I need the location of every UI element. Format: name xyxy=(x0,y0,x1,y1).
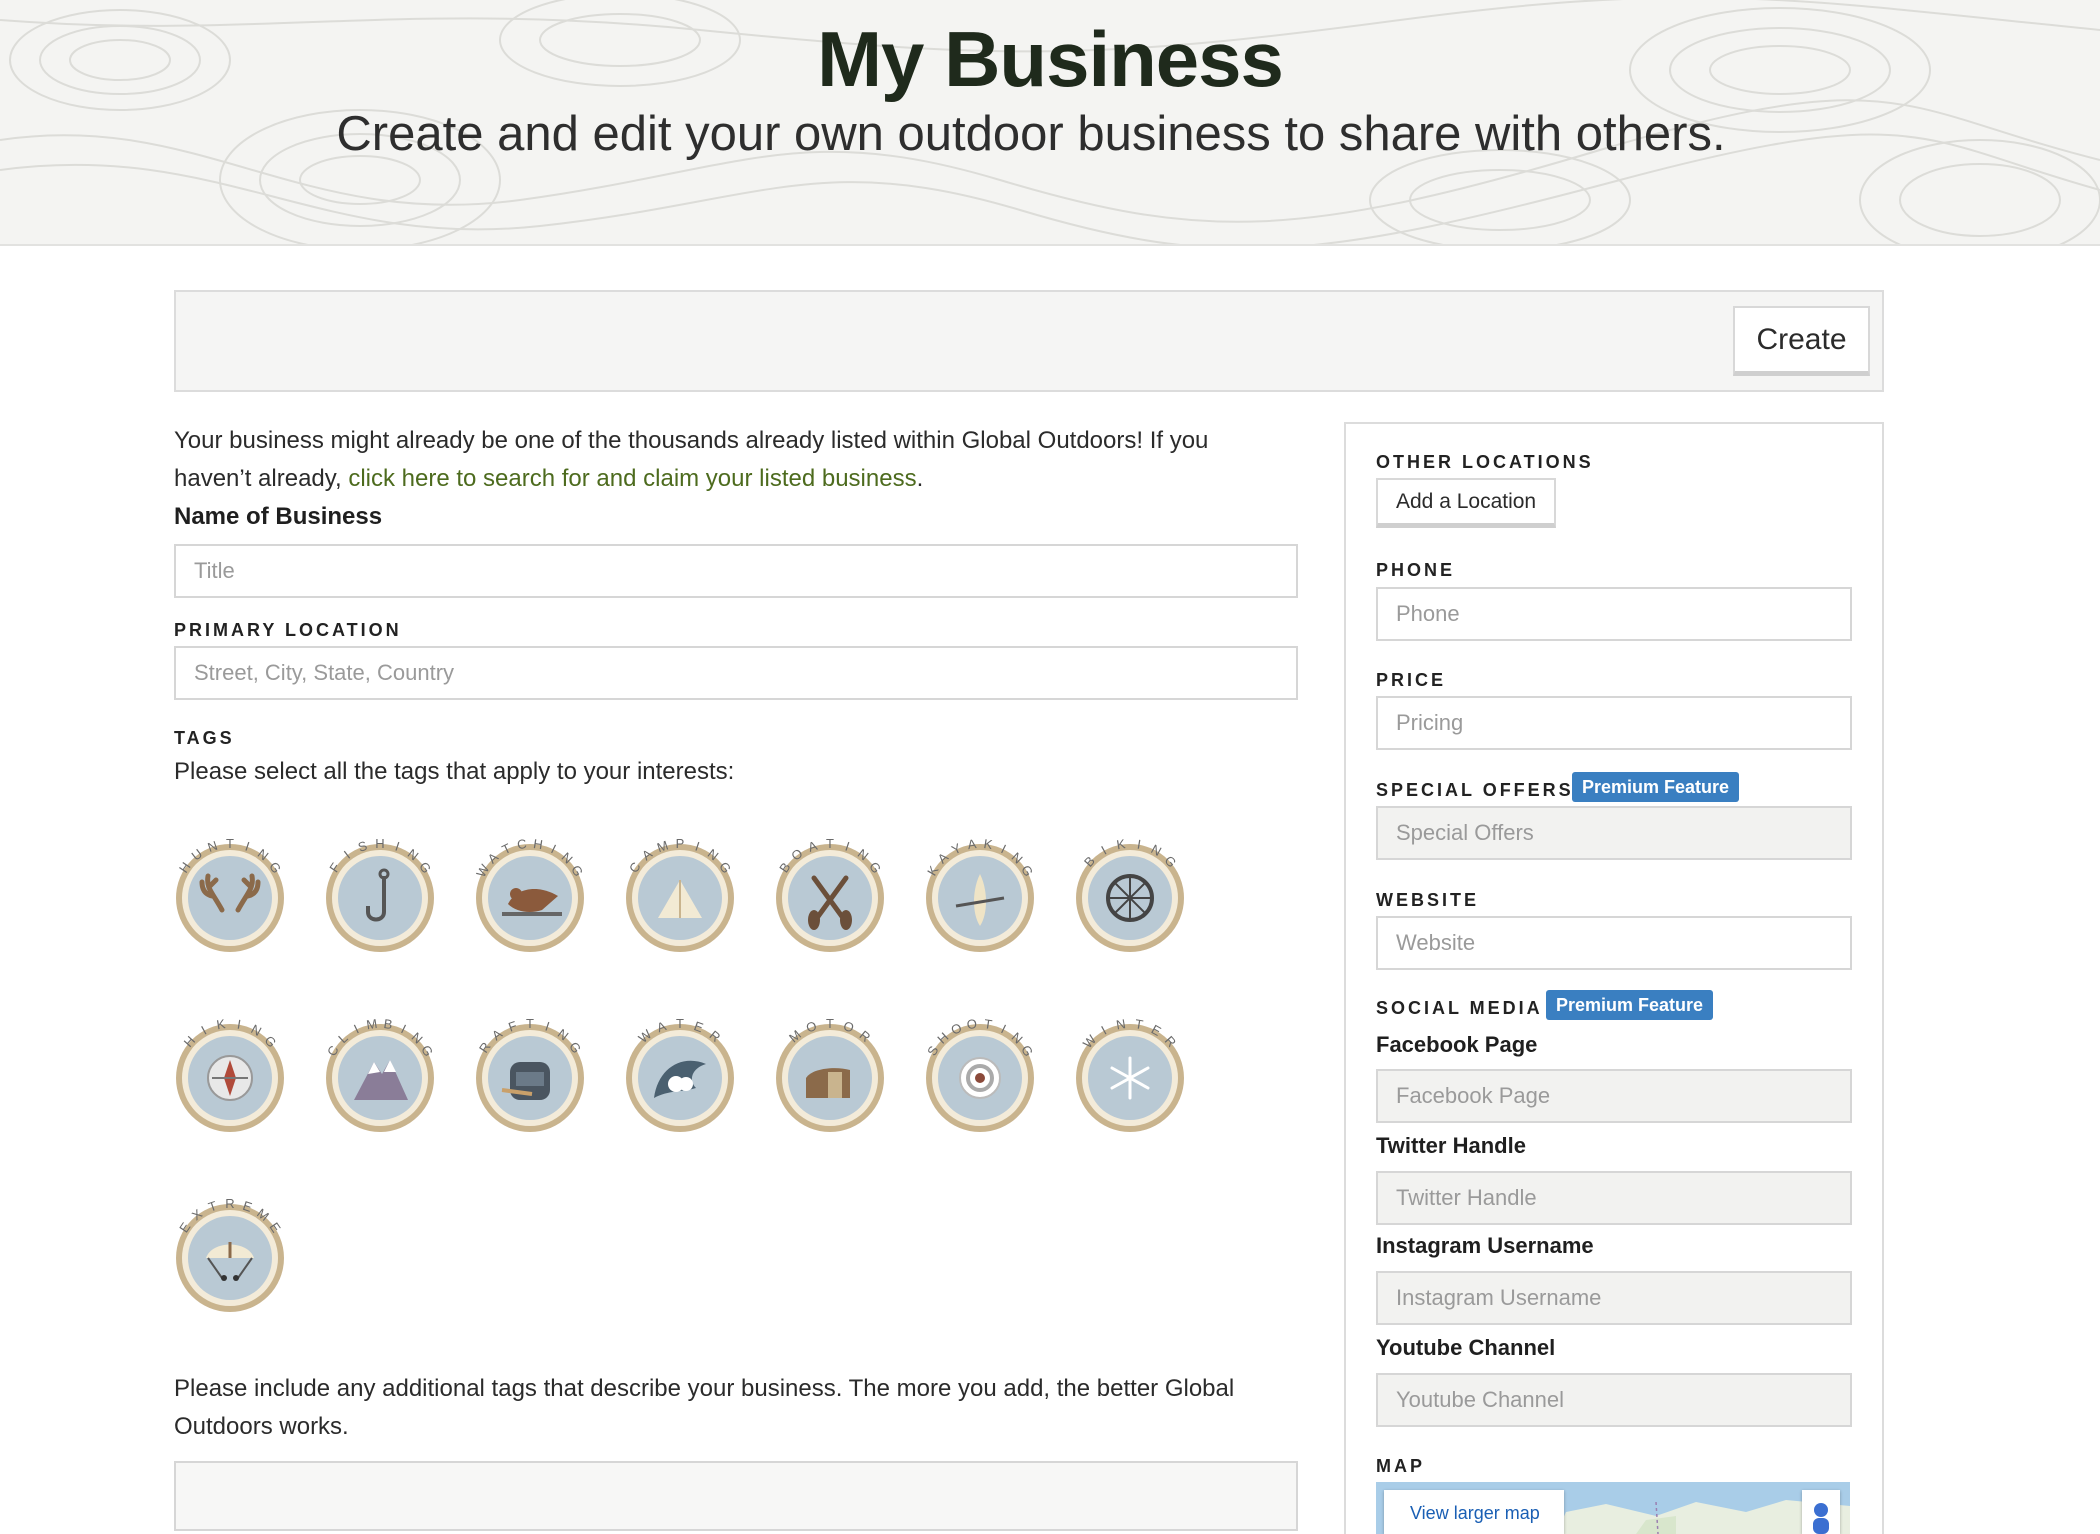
page-header: My Business Create and edit your own out… xyxy=(0,0,2100,246)
kayak-icon: KAY A K ING xyxy=(924,836,1036,952)
page-title: My Business xyxy=(817,15,1284,103)
action-bar: Create xyxy=(174,290,1884,392)
paddles-icon: BO A T I NG xyxy=(776,836,884,952)
primary-location-label: PRIMARY LOCATION xyxy=(174,620,402,640)
twitter-label: Twitter Handle xyxy=(1376,1133,1526,1158)
bike-wheel-icon: BI K I NG xyxy=(1076,836,1184,952)
tag-extreme[interactable]: EXTREME xyxy=(172,1178,288,1318)
parachute-icon: EX T R E ME xyxy=(176,1196,284,1312)
primary-location-input[interactable] xyxy=(174,646,1298,700)
antlers-icon: HU N T I NG xyxy=(176,836,284,952)
tag-camping[interactable]: CAMPING xyxy=(622,818,738,958)
claim-business-link[interactable]: click here to search for and claim your … xyxy=(348,465,916,492)
premium-badge-offers: Premium Feature xyxy=(1572,772,1740,802)
svg-text:T: T xyxy=(226,836,234,851)
instagram-input[interactable] xyxy=(1376,1271,1852,1325)
svg-text:K: K xyxy=(215,1016,226,1032)
other-locations-label: OTHER LOCATIONS xyxy=(1376,452,1594,472)
phone-label: PHONE xyxy=(1376,560,1456,580)
svg-text:A: A xyxy=(966,836,977,852)
special-offers-input[interactable] xyxy=(1376,806,1852,860)
wave-icon: W A T ER xyxy=(626,1016,734,1132)
tag-kayaking[interactable]: KAYAKING xyxy=(922,818,1038,958)
intro-text: Your business might already be one of th… xyxy=(174,422,1284,498)
svg-text:T: T xyxy=(826,836,834,851)
youtube-input[interactable] xyxy=(1376,1373,1852,1427)
tag-shooting[interactable]: SHOOTING xyxy=(922,998,1038,1138)
trailer-icon: MO T OR xyxy=(776,1016,884,1132)
target-icon: SHO O T ING xyxy=(924,1016,1036,1132)
intro-text-after: . xyxy=(916,465,924,492)
bird-icon: WAT C H ING xyxy=(473,836,586,952)
svg-text:N: N xyxy=(1115,1016,1127,1032)
fish-hook-icon: FI S H I NG xyxy=(326,836,434,952)
mountain-icon: CLI M B ING xyxy=(324,1016,436,1132)
price-label: PRICE xyxy=(1376,670,1447,690)
view-larger-map-link[interactable]: View larger map xyxy=(1384,1490,1564,1534)
create-button[interactable]: Create xyxy=(1733,306,1870,376)
tag-motor[interactable]: MOTOR xyxy=(772,998,888,1138)
tag-water[interactable]: WATER xyxy=(622,998,738,1138)
raft-icon: RA F T I NG xyxy=(476,1016,584,1132)
svg-text:T: T xyxy=(826,1016,834,1031)
tag-winter[interactable]: WINTER xyxy=(1072,998,1188,1138)
svg-text:H: H xyxy=(375,836,384,851)
tag-boating[interactable]: BOATING xyxy=(772,818,888,958)
tag-rafting[interactable]: RAFTING xyxy=(472,998,588,1138)
tag-hiking[interactable]: HIKING xyxy=(172,998,288,1138)
phone-input[interactable] xyxy=(1376,587,1852,641)
svg-text:M: M xyxy=(365,1016,378,1032)
facebook-label: Facebook Page xyxy=(1376,1032,1538,1057)
svg-text:T: T xyxy=(676,1016,684,1031)
social-media-label: SOCIAL MEDIA xyxy=(1376,998,1543,1018)
twitter-input[interactable] xyxy=(1376,1171,1852,1225)
business-name-input[interactable] xyxy=(174,544,1298,598)
tent-icon: CA M P I NG xyxy=(626,836,734,952)
map-label: MAP xyxy=(1376,1456,1425,1476)
tags-hint: Please select all the tags that apply to… xyxy=(174,758,735,785)
svg-text:P: P xyxy=(676,836,685,851)
price-input[interactable] xyxy=(1376,696,1852,750)
location-map[interactable]: View larger map xyxy=(1376,1482,1850,1534)
page-subtitle: Create and edit your own outdoor busines… xyxy=(336,107,1726,161)
tag-fishing[interactable]: FISHING xyxy=(322,818,438,958)
tag-hunting[interactable]: HUNTING xyxy=(172,818,288,958)
tag-climbing[interactable]: CLIMBING xyxy=(322,998,438,1138)
special-offers-label: SPECIAL OFFERS xyxy=(1376,780,1574,800)
svg-text:R: R xyxy=(225,1196,234,1211)
tag-biking[interactable]: BIKING xyxy=(1072,818,1188,958)
facebook-input[interactable] xyxy=(1376,1069,1852,1123)
business-name-label: Name of Business xyxy=(174,503,383,530)
additional-tags-input[interactable] xyxy=(174,1461,1298,1531)
svg-text:C: C xyxy=(516,836,528,852)
premium-badge-social: Premium Feature xyxy=(1546,990,1714,1020)
youtube-label: Youtube Channel xyxy=(1376,1335,1556,1360)
website-input[interactable] xyxy=(1376,916,1852,970)
svg-text:O: O xyxy=(966,1016,978,1032)
additional-tags-hint: Please include any additional tags that … xyxy=(174,1375,1235,1440)
instagram-label: Instagram Username xyxy=(1376,1233,1594,1258)
tag-watching[interactable]: WATCHING xyxy=(472,818,588,958)
street-view-pegman-icon[interactable] xyxy=(1802,1490,1840,1534)
tags-label: TAGS xyxy=(174,728,235,748)
svg-text:K: K xyxy=(1115,836,1126,852)
add-location-button[interactable]: Add a Location xyxy=(1376,478,1557,528)
compass-icon: HI K I NG xyxy=(176,1016,284,1132)
snowflake-icon: WI N T ER xyxy=(1076,1016,1184,1132)
svg-text:T: T xyxy=(526,1016,534,1031)
website-label: WEBSITE xyxy=(1376,890,1480,910)
